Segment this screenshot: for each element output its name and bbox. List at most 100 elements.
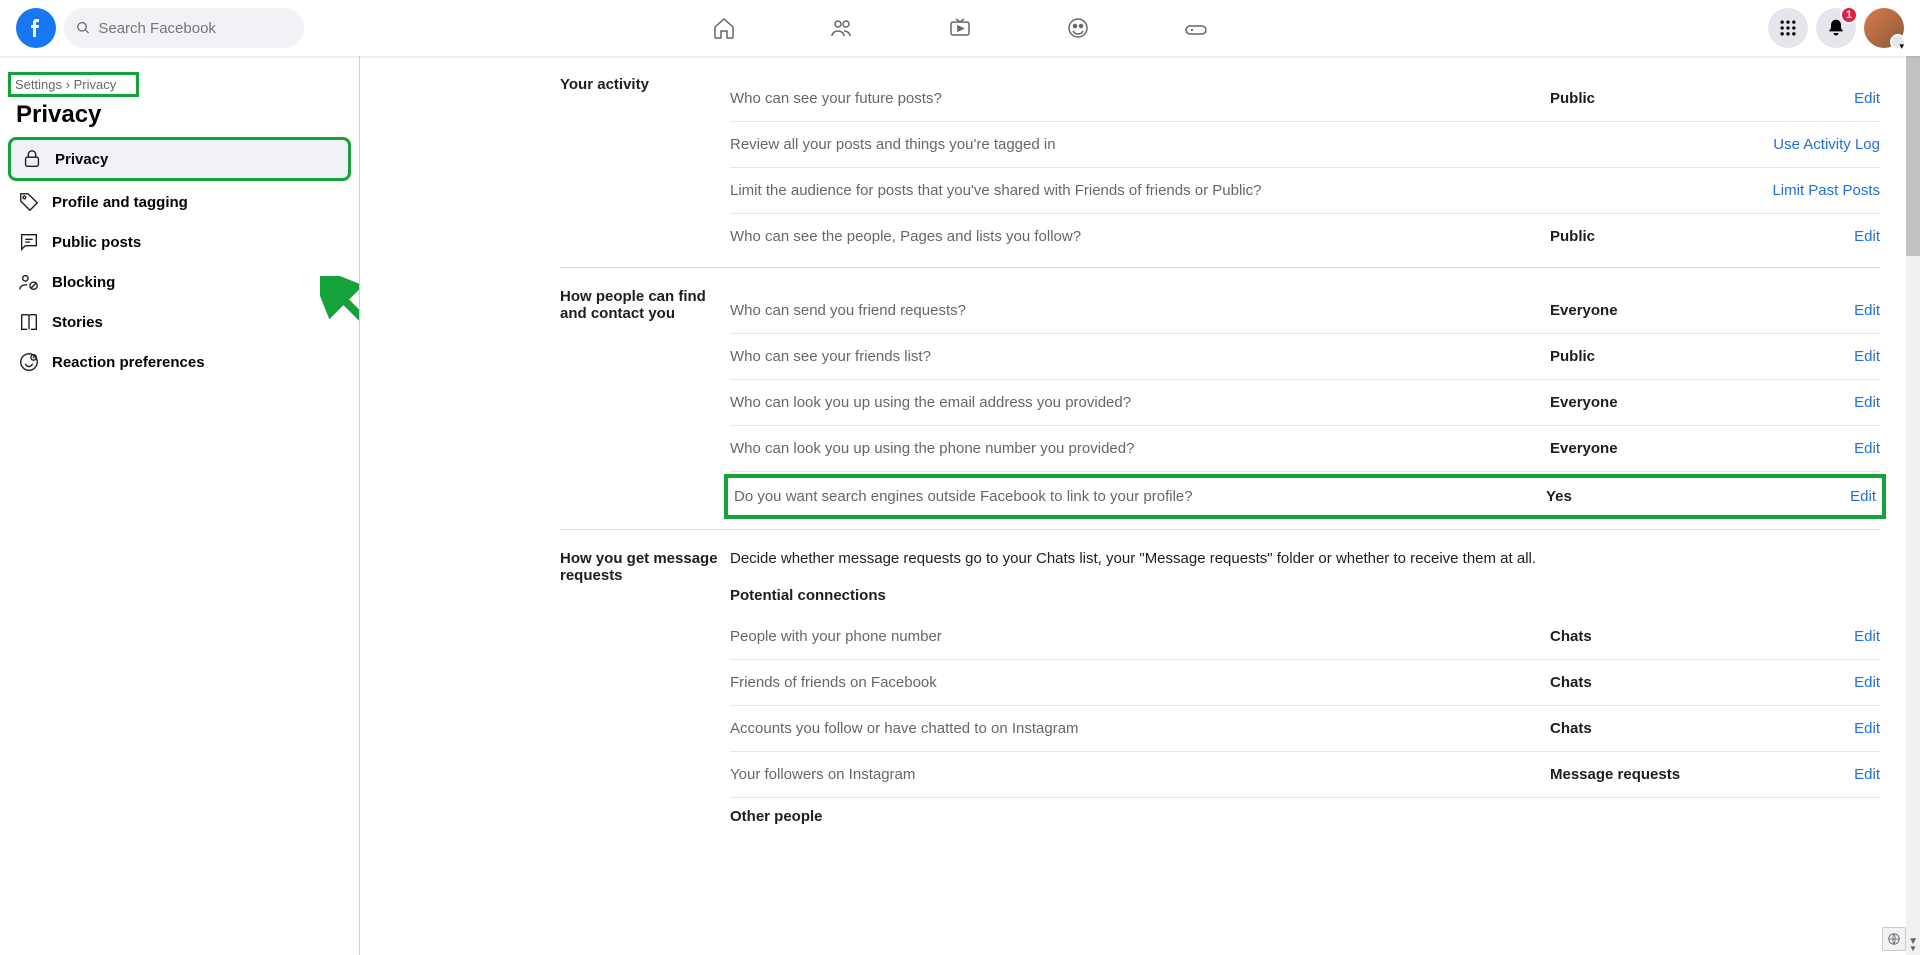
sidebar-item-reactions[interactable]: Reaction preferences [8,343,351,381]
row-value: Everyone [1550,394,1750,411]
sidebar-item-label: Profile and tagging [52,194,188,211]
section-title: How you get message requests [560,550,730,835]
main-content: Your activity Who can see your future po… [360,56,1920,955]
sub-heading-other: Other people [730,798,1880,835]
page-title: Privacy [8,101,351,129]
sidebar-item-public-posts[interactable]: Public posts [8,223,351,261]
search-input[interactable] [98,20,292,37]
comment-icon [18,231,40,253]
chevron-down-icon: ▼ [1908,936,1918,947]
setting-row: Friends of friends on Facebook Chats Edi… [730,660,1880,706]
nav-home[interactable] [669,4,779,52]
sidebar-item-label: Reaction preferences [52,354,205,371]
row-value: Everyone [1550,302,1750,319]
row-value: Public [1550,90,1750,107]
section-your-activity: Your activity Who can see your future po… [560,56,1880,268]
grid-icon [1778,18,1798,38]
account-avatar[interactable] [1864,8,1904,48]
activity-log-link[interactable]: Use Activity Log [1773,136,1880,153]
row-label: Who can look you up using the email addr… [730,394,1550,411]
setting-row: Who can see your friends list? Public Ed… [730,334,1880,380]
edit-link[interactable]: Edit [1854,720,1880,737]
sidebar: Settings › Privacy Privacy Privacy Profi… [0,56,360,955]
row-value: Public [1550,228,1750,245]
watch-icon [948,16,972,40]
setting-row-search-engines: Do you want search engines outside Faceb… [724,474,1886,519]
nav-friends[interactable] [787,4,897,52]
notifications-button[interactable]: 1 [1816,8,1856,48]
edit-link[interactable]: Edit [1854,228,1880,245]
tag-icon [18,191,40,213]
globe-icon [1887,932,1901,946]
friends-icon [830,16,854,40]
row-label: Review all your posts and things you're … [730,136,1550,153]
row-value: Chats [1550,674,1750,691]
home-icon [712,16,736,40]
row-value: Message requests [1550,766,1750,783]
section-description: Decide whether message requests go to yo… [730,550,1880,577]
breadcrumb: Settings › Privacy [8,72,139,97]
setting-row: Who can look you up using the phone numb… [730,426,1880,472]
sidebar-item-label: Public posts [52,234,141,251]
edit-link[interactable]: Edit [1854,766,1880,783]
row-label: Who can see your friends list? [730,348,1550,365]
setting-row: Who can see your future posts? Public Ed… [730,76,1880,122]
sidebar-item-privacy[interactable]: Privacy [8,137,351,181]
language-globe-button[interactable] [1882,927,1906,951]
row-label: Who can look you up using the phone numb… [730,440,1550,457]
section-title: Your activity [560,76,730,259]
section-find-contact: How people can find and contact you Who … [560,268,1880,530]
nav-watch[interactable] [905,4,1015,52]
setting-row: People with your phone number Chats Edit [730,614,1880,660]
lock-icon [21,148,43,170]
notification-badge: 1 [1840,6,1858,24]
setting-row: Who can send you friend requests? Everyo… [730,288,1880,334]
setting-row: Who can see the people, Pages and lists … [730,214,1880,259]
sub-heading-potential: Potential connections [730,577,1880,614]
row-label: Friends of friends on Facebook [730,674,1550,691]
edit-link[interactable]: Edit [1854,394,1880,411]
nav-groups[interactable] [1023,4,1133,52]
edit-link[interactable]: Edit [1854,674,1880,691]
breadcrumb-privacy: Privacy [74,77,117,92]
sidebar-item-label: Privacy [55,151,108,168]
edit-link[interactable]: Edit [1854,440,1880,457]
row-label: Accounts you follow or have chatted to o… [730,720,1550,737]
scrollbar-thumb[interactable] [1906,56,1920,256]
row-value: Yes [1546,488,1746,505]
header-right: 1 [1768,8,1904,48]
search-box[interactable] [64,8,304,48]
edit-link[interactable]: Edit [1854,90,1880,107]
breadcrumb-settings[interactable]: Settings [15,77,62,92]
edit-link[interactable]: Edit [1854,302,1880,319]
menu-button[interactable] [1768,8,1808,48]
top-header: 1 [0,0,1920,56]
edit-link[interactable]: Edit [1854,348,1880,365]
setting-row: Accounts you follow or have chatted to o… [730,706,1880,752]
blocking-icon [18,271,40,293]
nav-gaming[interactable] [1141,4,1251,52]
edit-link[interactable]: Edit [1854,628,1880,645]
row-value: Everyone [1550,440,1750,457]
row-label: Who can see the people, Pages and lists … [730,228,1550,245]
sidebar-item-blocking[interactable]: Blocking [8,263,351,301]
scrollbar[interactable]: ▲ ▼ [1906,56,1920,955]
sidebar-item-label: Blocking [52,274,115,291]
setting-row: Your followers on Instagram Message requ… [730,752,1880,798]
sidebar-item-stories[interactable]: Stories [8,303,351,341]
center-nav [669,0,1251,56]
section-title: How people can find and contact you [560,288,730,521]
row-value: Public [1550,348,1750,365]
limit-posts-link[interactable]: Limit Past Posts [1772,182,1880,199]
gaming-icon [1184,16,1208,40]
facebook-logo[interactable] [16,8,56,48]
row-label: Do you want search engines outside Faceb… [734,488,1546,505]
setting-row: Who can look you up using the email addr… [730,380,1880,426]
row-value: Chats [1550,720,1750,737]
row-label: People with your phone number [730,628,1550,645]
row-label: Your followers on Instagram [730,766,1550,783]
edit-link[interactable]: Edit [1850,488,1876,505]
reaction-icon [18,351,40,373]
row-label: Who can see your future posts? [730,90,1550,107]
sidebar-item-profile-tagging[interactable]: Profile and tagging [8,183,351,221]
